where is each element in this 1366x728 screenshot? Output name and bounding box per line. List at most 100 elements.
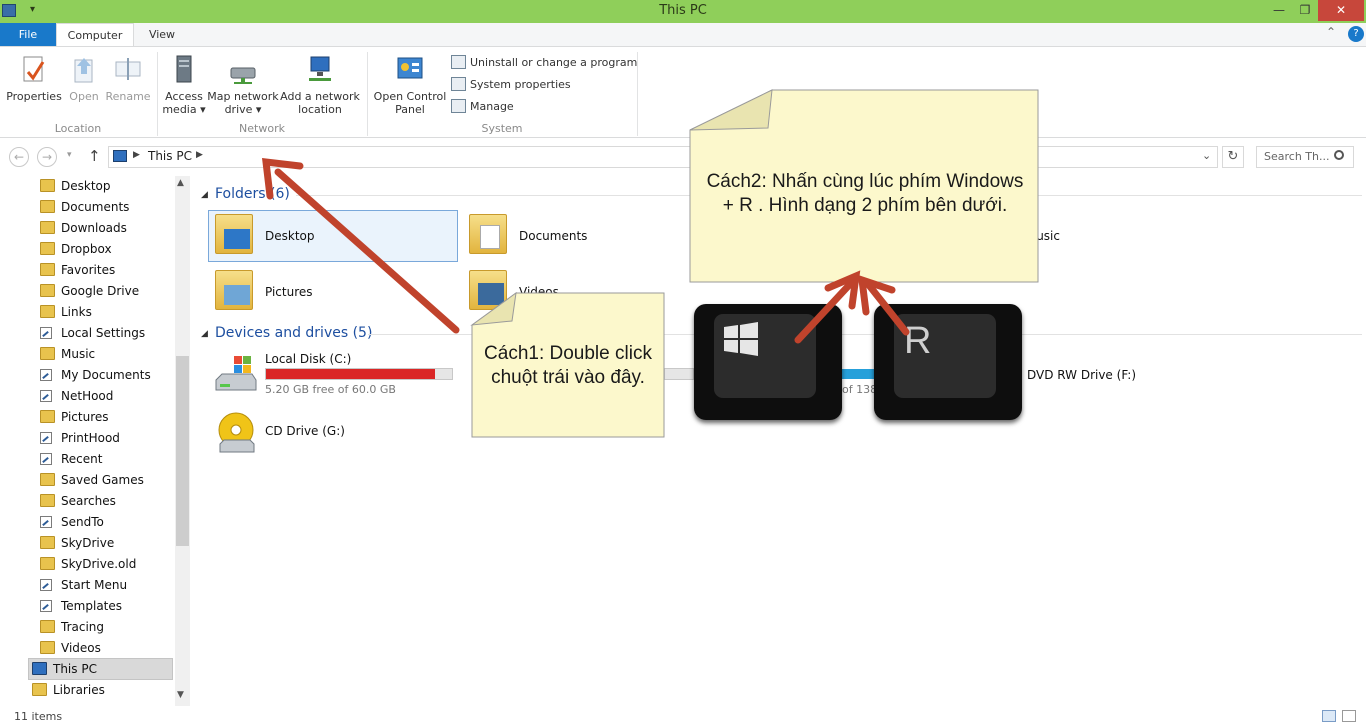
rename-icon: [115, 58, 141, 80]
folder-label[interactable]: Documents: [519, 229, 587, 243]
scroll-down-icon[interactable]: ▼: [177, 690, 184, 700]
control-panel-label-2: Panel: [395, 103, 425, 116]
window-title: This PC: [659, 3, 707, 18]
uninstall-icon: [451, 55, 466, 69]
tab-computer[interactable]: Computer: [56, 23, 134, 47]
collapse-ribbon-icon[interactable]: ⌃: [1326, 25, 1336, 39]
sidebar-item-label: Saved Games: [61, 473, 144, 487]
sidebar-item-desktop[interactable]: Desktop: [40, 176, 111, 197]
sidebar-item-label: Documents: [61, 200, 130, 214]
recent-locations-icon[interactable]: ▾: [67, 150, 72, 160]
up-button[interactable]: ↑: [88, 147, 101, 165]
folders-collapse-icon[interactable]: ◢: [201, 190, 208, 200]
media-server-icon: [176, 55, 192, 83]
folder-icon: [40, 410, 55, 423]
open-control-panel-button[interactable]: Open Control Panel: [372, 54, 448, 116]
sidebar-item-printhood[interactable]: PrintHood: [40, 428, 120, 449]
uninstall-program-button[interactable]: Uninstall or change a program: [451, 55, 637, 69]
sidebar-item-tracing[interactable]: Tracing: [40, 617, 104, 638]
open-button[interactable]: Open: [64, 54, 104, 110]
refresh-icon[interactable]: ↻: [1222, 146, 1244, 168]
folder-icon: [40, 641, 55, 654]
sidebar-item-start-menu[interactable]: Start Menu: [40, 575, 127, 596]
sidebar-item-links[interactable]: Links: [40, 302, 92, 323]
forward-button[interactable]: →: [37, 147, 57, 167]
rename-button[interactable]: Rename: [104, 54, 152, 110]
sidebar-item-recent[interactable]: Recent: [40, 449, 102, 470]
folder-icon[interactable]: [469, 214, 507, 254]
sidebar-item-documents[interactable]: Documents: [40, 197, 129, 218]
tab-file[interactable]: File: [0, 23, 56, 46]
sidebar-item-label: My Documents: [61, 368, 151, 382]
minimize-button[interactable]: —: [1266, 0, 1292, 21]
drive-name[interactable]: DVD RW Drive (F:): [1027, 368, 1136, 382]
address-input[interactable]: [108, 146, 1218, 168]
help-icon[interactable]: ?: [1348, 26, 1364, 42]
folder-icon: [40, 305, 55, 318]
drives-collapse-icon[interactable]: ◢: [201, 329, 208, 339]
drives-header[interactable]: Devices and drives (5): [215, 325, 372, 341]
manage-label: Manage: [470, 100, 514, 113]
sidebar-item-my-documents[interactable]: My Documents: [40, 365, 151, 386]
group-network-label: Network: [239, 122, 285, 135]
breadcrumb-separator[interactable]: ▶: [196, 150, 203, 160]
folder-icon[interactable]: [215, 270, 253, 310]
sidebar-item-nethood[interactable]: NetHood: [40, 386, 113, 407]
note-2-text: Cách2: Nhấn cùng lúc phím Windows + R . …: [706, 171, 1024, 216]
sidebar-item-searches[interactable]: Searches: [40, 491, 116, 512]
close-button[interactable]: ✕: [1318, 0, 1364, 21]
ribbon-separator: [637, 52, 638, 136]
breadcrumb-separator[interactable]: ▶: [133, 150, 140, 160]
system-properties-button[interactable]: System properties: [451, 77, 571, 91]
folder-icon: [40, 221, 55, 234]
folder-icon: [40, 347, 55, 360]
details-view-icon[interactable]: [1322, 710, 1336, 722]
nav-scroll-thumb[interactable]: [176, 356, 189, 546]
add-network-location-button[interactable]: Add a network location: [280, 54, 360, 116]
manage-button[interactable]: Manage: [451, 99, 514, 113]
map-network-drive-button[interactable]: Map network drive ▾: [206, 54, 280, 116]
sidebar-item-label: Searches: [61, 494, 116, 508]
folders-header[interactable]: Folders (6): [215, 186, 290, 202]
tab-view[interactable]: View: [142, 23, 182, 47]
sidebar-item-dropbox[interactable]: Dropbox: [40, 239, 112, 260]
open-icon: [74, 58, 93, 83]
sidebar-item-local-settings[interactable]: Local Settings: [40, 323, 145, 344]
sidebar-item-skydrive[interactable]: SkyDrive: [40, 533, 114, 554]
hard-disk-icon[interactable]: [212, 352, 258, 396]
address-dropdown-icon[interactable]: ⌄: [1202, 149, 1211, 162]
sidebar-item-favorites[interactable]: Favorites: [40, 260, 115, 281]
large-icons-view-icon[interactable]: [1342, 710, 1356, 722]
sidebar-item-label: Links: [61, 305, 92, 319]
link-icon: [40, 327, 52, 339]
link-icon: [40, 516, 52, 528]
back-button[interactable]: ←: [9, 147, 29, 167]
sidebar-item-sendto[interactable]: SendTo: [40, 512, 104, 533]
sidebar-item-templates[interactable]: Templates: [40, 596, 122, 617]
properties-button[interactable]: Properties: [6, 54, 62, 110]
link-icon: [40, 579, 52, 591]
sidebar-item-music[interactable]: Music: [40, 344, 95, 365]
map-drive-label-2: drive ▾: [224, 103, 262, 116]
sidebar-item-saved-games[interactable]: Saved Games: [40, 470, 144, 491]
cd-drive-icon[interactable]: [214, 410, 260, 456]
search-icon[interactable]: [1334, 150, 1344, 160]
drive-free-space: of 138: [842, 383, 878, 396]
maximize-button[interactable]: ❐: [1292, 0, 1318, 21]
drive-name[interactable]: CD Drive (G:): [265, 424, 345, 438]
sidebar-item-skydrive-old[interactable]: SkyDrive.old: [40, 554, 136, 575]
sidebar-item-google-drive[interactable]: Google Drive: [40, 281, 139, 302]
open-label: Open: [69, 90, 99, 103]
key-cap: R: [894, 314, 996, 398]
map-drive-label: Map network: [207, 90, 279, 103]
folder-label[interactable]: Pictures: [265, 285, 313, 299]
access-media-button[interactable]: Access media ▾: [162, 54, 206, 116]
sidebar-item-libraries[interactable]: Libraries: [32, 680, 105, 701]
sidebar-item-videos[interactable]: Videos: [40, 638, 101, 659]
sidebar-item-pictures[interactable]: Pictures: [40, 407, 109, 428]
scroll-up-icon[interactable]: ▲: [177, 178, 184, 188]
drive-name[interactable]: Local Disk (C:): [265, 352, 351, 366]
sidebar-item-downloads[interactable]: Downloads: [40, 218, 127, 239]
sidebar-item-this-pc-label[interactable]: This PC: [32, 659, 97, 680]
breadcrumb-this-pc[interactable]: This PC: [148, 149, 192, 163]
